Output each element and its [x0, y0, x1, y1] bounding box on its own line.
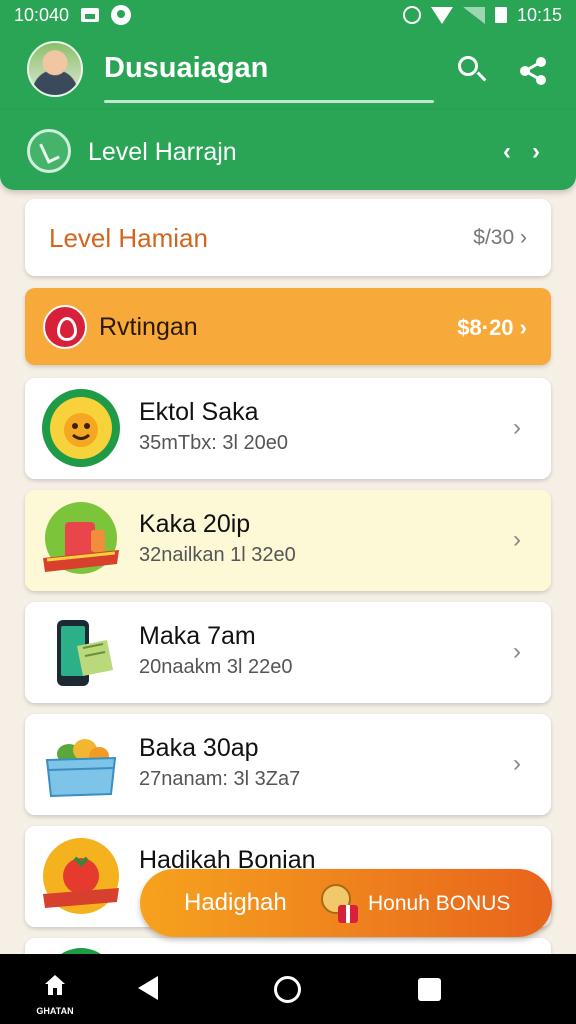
- chevron-right-icon: ›: [513, 414, 521, 441]
- item-title: Baka 30ap: [139, 734, 259, 762]
- highlight-card[interactable]: Rvtingan $8·20 ›: [25, 288, 551, 365]
- fruit-box-icon: [45, 739, 117, 798]
- item-title: Kaka 20ip: [139, 510, 251, 538]
- back-button[interactable]: [138, 976, 158, 1000]
- status-time-left: 10:040: [14, 4, 70, 25]
- gallery-notification-icon: [81, 8, 100, 22]
- wifi-icon: [430, 6, 453, 24]
- drink-badge-icon: [43, 502, 119, 574]
- highlight-card-value: $8·20 ›: [457, 315, 527, 340]
- previous-level-button[interactable]: ‹: [503, 138, 511, 166]
- status-time-right: 10:15: [516, 4, 562, 25]
- home-tab-label: GHATAN: [36, 1006, 74, 1016]
- app-notification-icon: [111, 5, 132, 25]
- alarm-icon: [402, 6, 421, 24]
- status-bar: 10:040 10:15: [0, 0, 576, 30]
- list-item[interactable]: Maka 7am 20naakm 3l 22e0 ›: [25, 602, 551, 703]
- item-title: Ektol Saka: [139, 398, 259, 426]
- share-icon: [520, 57, 546, 85]
- signal-icon: [462, 6, 485, 24]
- item-subtitle: 27nanam: 3l 3Za7: [139, 768, 301, 790]
- list-item[interactable]: Ektol Saka 35mTbx: 3l 20e0 ›: [25, 378, 551, 479]
- level-leaf-icon: [27, 129, 71, 173]
- level-header-title: Level Harrajn: [88, 138, 237, 166]
- bonus-button[interactable]: Hadighah Honuh BONUS: [140, 869, 552, 937]
- recent-apps-button[interactable]: [418, 978, 441, 1001]
- flame-icon: [43, 305, 87, 349]
- level-card-value: $/30 ›: [473, 226, 527, 249]
- list-item[interactable]: Baka 30ap 27nanam: 3l 3Za7 ›: [25, 714, 551, 815]
- list-item[interactable]: Kaka 20ip 32nailkan 1l 32e0 ›: [25, 490, 551, 591]
- level-card[interactable]: Level Hamian $/30 ›: [25, 199, 551, 276]
- battery-icon: [494, 7, 507, 23]
- home-icon: [45, 975, 65, 995]
- level-header: Level Harrajn ‹ ›: [0, 110, 576, 190]
- avatar[interactable]: [27, 41, 83, 97]
- phone-voucher-icon: [57, 620, 113, 686]
- search-button[interactable]: [456, 54, 488, 86]
- home-button[interactable]: [274, 976, 301, 1003]
- chevron-right-icon: ›: [513, 526, 521, 553]
- app-title: Dusuaiagan: [104, 52, 269, 84]
- item-subtitle: 32nailkan 1l 32e0: [139, 544, 296, 566]
- mascot-badge-icon: [42, 389, 120, 467]
- home-tab[interactable]: GHATAN: [30, 968, 80, 1018]
- item-subtitle: 20naakm 3l 22e0: [139, 656, 293, 678]
- highlight-card-label: Rvtingan: [99, 313, 198, 341]
- chevron-right-icon: ›: [513, 750, 521, 777]
- level-card-label: Level Hamian: [49, 223, 208, 253]
- gift-coin-icon: [321, 884, 358, 923]
- system-navigation-bar: GHATAN: [0, 954, 576, 1024]
- app-bar: Dusuaiagan: [0, 30, 576, 110]
- item-title: Maka 7am: [139, 622, 256, 650]
- bonus-left-label: Hadighah: [184, 889, 287, 916]
- tomato-badge-icon: [43, 838, 119, 914]
- bonus-right-label: Honuh BONUS: [368, 892, 511, 915]
- chevron-right-icon: ›: [513, 638, 521, 665]
- share-button[interactable]: [516, 54, 550, 88]
- next-level-button[interactable]: ›: [532, 138, 540, 166]
- title-underline: [104, 100, 434, 103]
- item-subtitle: 35mTbx: 3l 20e0: [139, 432, 288, 454]
